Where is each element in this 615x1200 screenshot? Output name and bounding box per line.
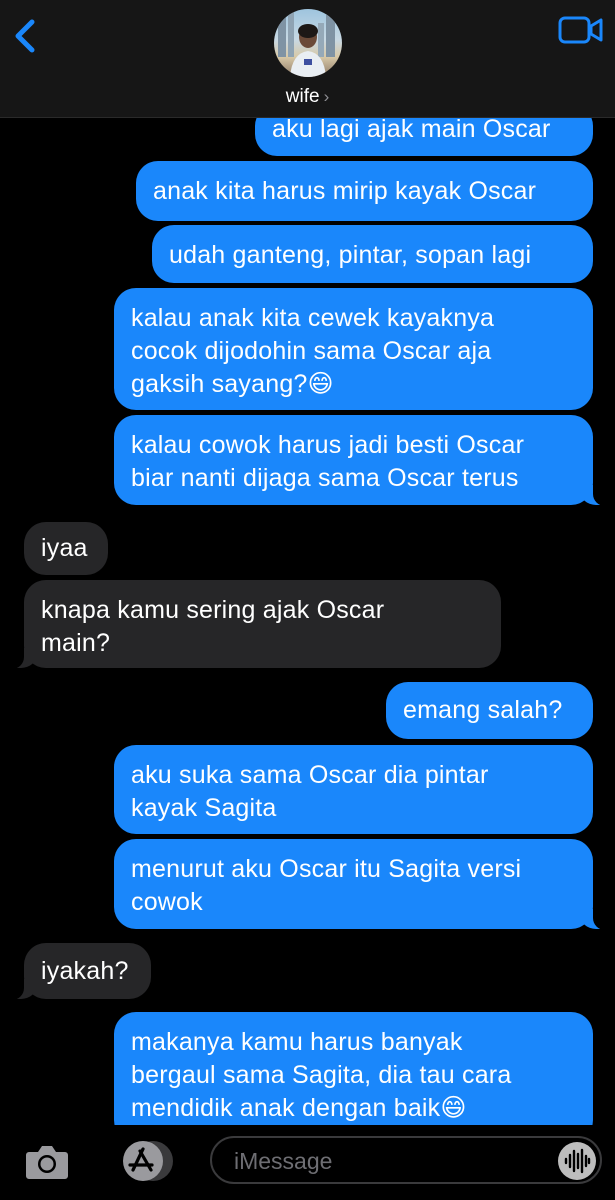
message-composer [0, 1125, 615, 1200]
camera-icon[interactable] [25, 1142, 69, 1180]
contact-avatar[interactable] [274, 9, 342, 77]
message-bubble-incoming[interactable]: iyaa [24, 522, 108, 575]
message-bubble-outgoing[interactable]: menurut aku Oscar itu Sagita versi cowok [114, 839, 615, 930]
message-bubble-outgoing[interactable]: kalau cowok harus jadi besti Oscar biar … [114, 415, 615, 506]
video-camera-icon[interactable] [558, 15, 604, 45]
message-input[interactable] [232, 1145, 526, 1177]
message-text: iyakah? [41, 957, 129, 985]
message-bubble-incoming[interactable]: iyakah? [2, 943, 151, 1000]
message-text: aku suka sama Oscar dia pintar kayak Sag… [131, 761, 489, 822]
message-bubble-outgoing[interactable]: aku suka sama Oscar dia pintar kayak Sag… [114, 745, 593, 834]
message-text: udah ganteng, pintar, sopan lagi [169, 241, 532, 269]
message-bubble-outgoing[interactable]: anak kita harus mirip kayak Oscar [136, 161, 593, 221]
contact-name: wife [285, 86, 320, 107]
app-store-icon[interactable] [116, 1140, 174, 1182]
chevron-right-icon: › [323, 87, 330, 106]
message-text: iyaa [41, 534, 88, 562]
message-text: kalau anak kita cewek kayaknya cocok dij… [131, 304, 495, 398]
message-text: knapa kamu sering ajak Oscar main? [41, 596, 385, 657]
message-text: kalau cowok harus jadi besti Oscar biar … [131, 431, 525, 492]
message-bubble-outgoing[interactable]: emang salah? [386, 682, 593, 739]
message-text: aku lagi ajak main Oscar [272, 115, 551, 143]
message-text: menurut aku Oscar itu Sagita versi cowok [131, 855, 522, 916]
message-bubble-outgoing[interactable]: makanya kamu harus banyak bergaul sama S… [114, 1012, 593, 1130]
audio-waveform-icon[interactable] [558, 1142, 596, 1180]
message-text: makanya kamu harus banyak bergaul sama S… [131, 1028, 512, 1122]
message-bubble-outgoing[interactable]: kalau anak kita cewek kayaknya cocok dij… [114, 288, 593, 410]
message-bubble-incoming[interactable]: knapa kamu sering ajak Oscar main? [2, 580, 501, 669]
message-thread[interactable]: aku lagi ajak main Oscar anak kita harus… [0, 0, 615, 1130]
message-bubble-outgoing[interactable]: udah ganteng, pintar, sopan lagi [152, 225, 593, 283]
conversation-header: wife › [0, 0, 615, 118]
message-text: emang salah? [403, 696, 563, 724]
imessage-field[interactable] [210, 1136, 602, 1184]
chevron-left-icon[interactable] [10, 16, 44, 56]
message-text: anak kita harus mirip kayak Oscar [153, 177, 537, 205]
contact-name-row[interactable]: wife › [0, 86, 615, 108]
